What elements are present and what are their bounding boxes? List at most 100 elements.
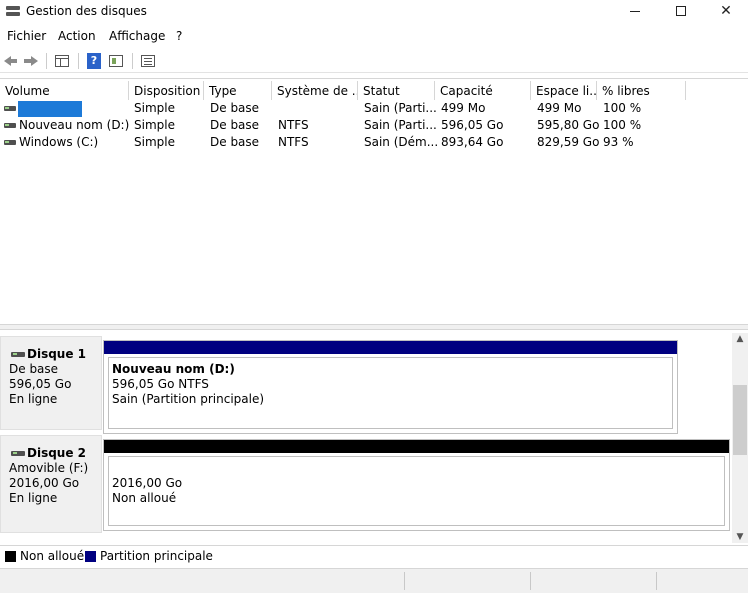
selected-volume-name[interactable] [18, 101, 82, 117]
pane-splitter[interactable] [0, 324, 748, 330]
menu-affichage[interactable]: Affichage [109, 29, 165, 43]
column-header-status[interactable]: Statut [358, 81, 435, 100]
disk-view-scrollbar[interactable]: ▲ ▼ [732, 333, 748, 543]
unallocated-size: 2016,00 Go [112, 476, 183, 490]
disk-1-name: Disque 1 [9, 347, 101, 362]
legend-unallocated-label: Non alloué [20, 549, 85, 563]
disk-2-state: En ligne [9, 491, 58, 505]
table-row[interactable]: Simple De base Sain (Parti... 499 Mo 499… [0, 100, 686, 117]
disk-graphical-view: Disque 1 De base 596,05 Go En ligne Nouv… [0, 333, 732, 543]
cell-type: De base [210, 135, 260, 149]
cell-status: Sain (Parti... [364, 101, 437, 115]
status-divider [656, 572, 657, 590]
cell-filesystem: NTFS [278, 135, 309, 149]
minimize-button[interactable] [612, 0, 658, 22]
menu-bar: Fichier Action Affichage ? [0, 27, 748, 47]
minimize-icon [630, 10, 640, 12]
cell-capacity: 499 Mo [441, 101, 486, 115]
toolbar-separator [78, 53, 79, 69]
properties-button[interactable] [53, 52, 71, 70]
column-header-volume[interactable]: Volume [0, 81, 129, 100]
partition-d-details[interactable]: Nouveau nom (D:) 596,05 Go NTFS Sain (Pa… [108, 357, 673, 429]
column-header-capacity[interactable]: Capacité [435, 81, 531, 100]
unallocated-space[interactable]: 2016,00 Go Non alloué [103, 439, 730, 531]
toolbar-separator [132, 53, 133, 69]
partition-d-name: Nouveau nom (D:) [112, 362, 235, 376]
column-header-free-space[interactable]: Espace li... [531, 81, 597, 100]
forward-button[interactable] [22, 52, 40, 70]
disk-2-name: Disque 2 [9, 446, 101, 461]
disk-2-size: 2016,00 Go [9, 476, 80, 490]
legend-primary-label: Partition principale [100, 549, 213, 563]
disk-management-app-icon [6, 5, 20, 17]
list-view-button[interactable] [139, 52, 157, 70]
disk-icon [11, 352, 25, 357]
show-hide-console-tree-button[interactable] [107, 52, 125, 70]
toolbar: ? [0, 49, 748, 73]
legend: Non alloué Partition principale [0, 545, 748, 566]
cell-percent-free: 93 % [603, 135, 634, 149]
status-divider [404, 572, 405, 590]
legend-primary-swatch [85, 551, 96, 562]
show-hide-console-tree-icon [109, 55, 123, 67]
close-button[interactable]: ✕ [703, 0, 748, 22]
cell-volume: Nouveau nom (D:) [19, 118, 130, 132]
scroll-up-icon[interactable]: ▲ [735, 335, 745, 344]
title-bar: Gestion des disques ✕ [0, 0, 748, 24]
cell-capacity: 893,64 Go [441, 135, 504, 149]
scroll-thumb[interactable] [733, 385, 747, 455]
partition-d-size: 596,05 Go NTFS [112, 377, 209, 391]
status-bar [0, 568, 748, 593]
menu-action[interactable]: Action [58, 29, 96, 43]
column-header-filesystem[interactable]: Système de ... [272, 81, 358, 100]
partition-d-status: Sain (Partition principale) [112, 392, 265, 406]
cell-free-space: 595,80 Go [537, 118, 600, 132]
volume-icon [4, 106, 16, 111]
status-divider [530, 572, 531, 590]
partition-d[interactable]: Nouveau nom (D:) 596,05 Go NTFS Sain (Pa… [103, 340, 678, 434]
cell-type: De base [210, 118, 260, 132]
cell-disposition: Simple [134, 118, 175, 132]
column-header-percent-free[interactable]: % libres [597, 81, 686, 100]
unallocated-bar [104, 440, 729, 453]
disk-1-label[interactable]: Disque 1 De base 596,05 Go En ligne [0, 336, 102, 430]
toolbar-separator [46, 53, 47, 69]
table-row[interactable]: Nouveau nom (D:) Simple De base NTFS Sai… [0, 117, 686, 134]
unallocated-details[interactable]: 2016,00 Go Non alloué [108, 456, 725, 526]
cell-percent-free: 100 % [603, 101, 642, 115]
cell-type: De base [210, 101, 260, 115]
menu-fichier[interactable]: Fichier [7, 29, 46, 43]
table-header: Volume Disposition Type Système de ... S… [0, 81, 686, 100]
maximize-button[interactable] [658, 0, 704, 22]
cell-volume: Windows (C:) [19, 135, 99, 149]
legend-unallocated-swatch [5, 551, 16, 562]
close-icon: ✕ [720, 3, 732, 19]
disk-icon [11, 451, 25, 456]
cell-free-space: 829,59 Go [537, 135, 600, 149]
back-button[interactable] [2, 52, 20, 70]
column-header-type[interactable]: Type [204, 81, 272, 100]
volume-icon [4, 140, 16, 145]
disk-1-size: 596,05 Go [9, 377, 72, 391]
unallocated-status: Non alloué [112, 491, 177, 505]
cell-status: Sain (Dém... [364, 135, 439, 149]
disk-2-label[interactable]: Disque 2 Amovible (F:) 2016,00 Go En lig… [0, 435, 102, 533]
volume-list[interactable]: Volume Disposition Type Système de ... S… [0, 78, 748, 324]
forward-arrow-icon [31, 56, 38, 66]
table-row[interactable]: Windows (C:) Simple De base NTFS Sain (D… [0, 134, 686, 151]
cell-disposition: Simple [134, 101, 175, 115]
disk-1-state: En ligne [9, 392, 58, 406]
help-icon: ? [87, 53, 101, 69]
cell-percent-free: 100 % [603, 118, 642, 132]
cell-capacity: 596,05 Go [441, 118, 504, 132]
cell-filesystem: NTFS [278, 118, 309, 132]
primary-partition-bar [104, 341, 677, 354]
column-header-disposition[interactable]: Disposition [129, 81, 204, 100]
cell-disposition: Simple [134, 135, 175, 149]
scroll-down-icon[interactable]: ▼ [735, 533, 745, 542]
menu-help[interactable]: ? [176, 29, 182, 43]
properties-icon [55, 55, 69, 67]
cell-status: Sain (Parti... [364, 118, 437, 132]
window-title: Gestion des disques [26, 4, 147, 18]
help-button[interactable]: ? [85, 52, 103, 70]
